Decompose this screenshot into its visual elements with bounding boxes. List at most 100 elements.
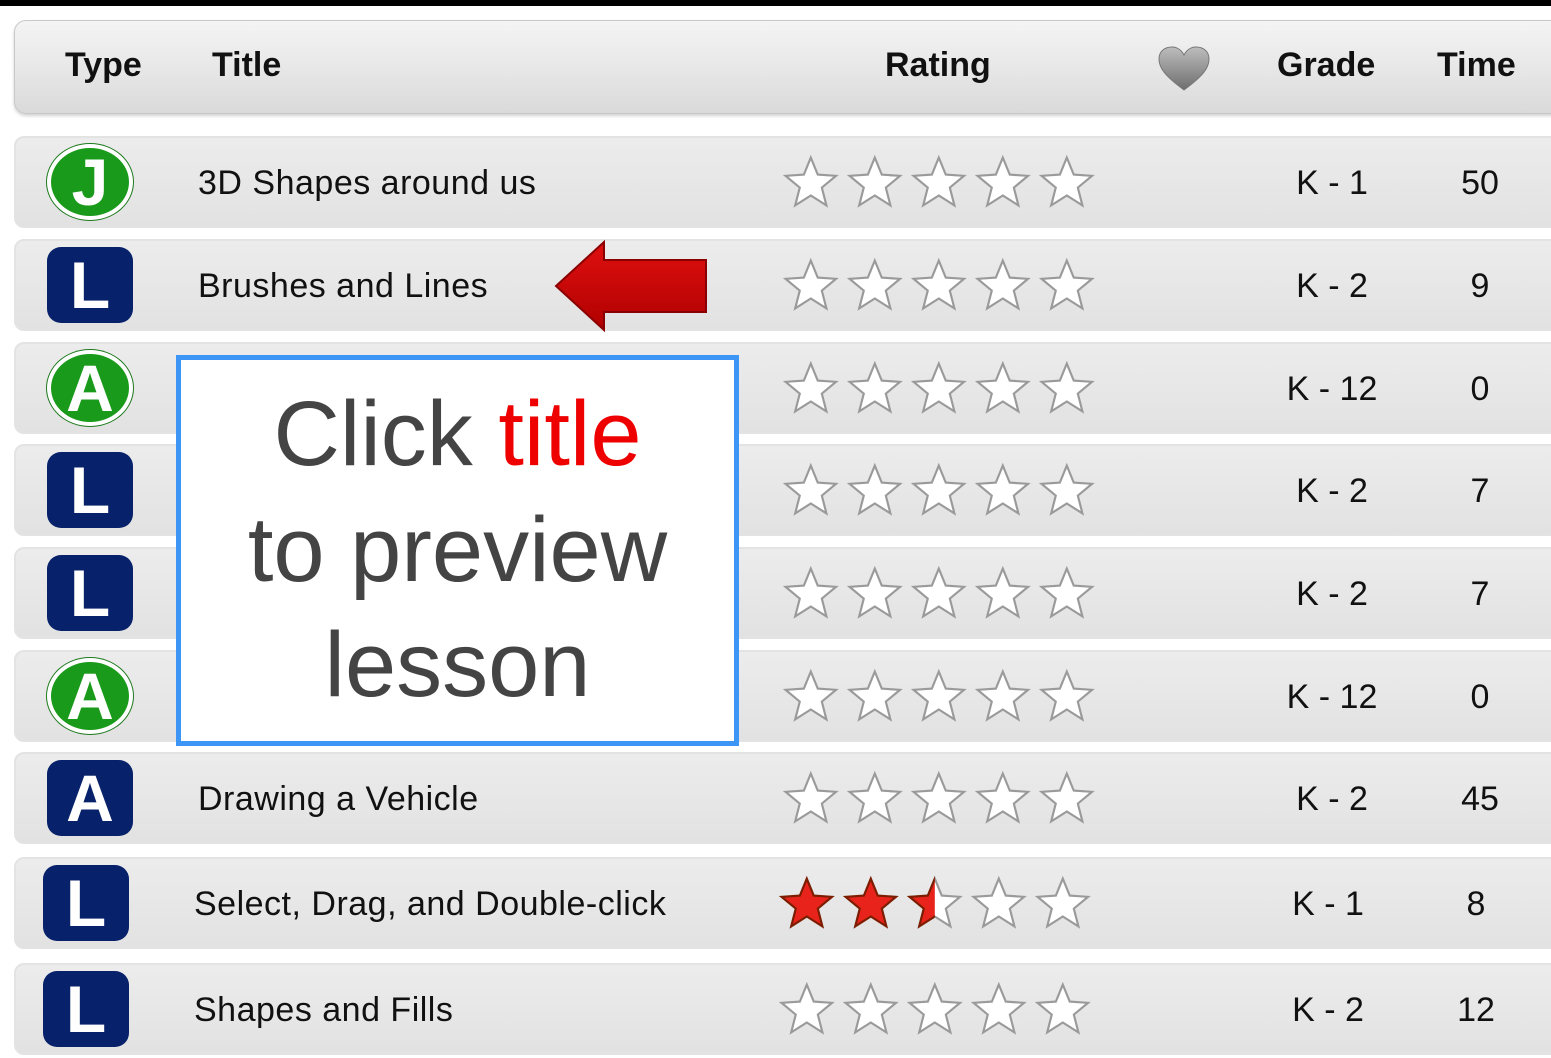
star-icon[interactable] <box>846 257 903 311</box>
top-border <box>0 0 1551 6</box>
column-header-rating[interactable]: Rating <box>885 46 991 85</box>
star-icon[interactable] <box>970 981 1027 1035</box>
duration-minutes: 9 <box>1470 267 1490 305</box>
lesson-title-link[interactable]: Drawing a Vehicle <box>198 780 479 819</box>
grade-level: K - 12 <box>1286 678 1378 716</box>
preview-hint-callout: Click title to preview lesson <box>176 355 739 746</box>
star-icon[interactable] <box>910 770 967 824</box>
column-header-title[interactable]: Title <box>212 46 281 85</box>
lesson-type-badge: J <box>47 144 133 220</box>
star-icon[interactable] <box>782 154 839 208</box>
callout-line-2: to preview <box>247 498 668 601</box>
rating-stars[interactable] <box>780 152 1100 212</box>
grade-level: K - 2 <box>1292 991 1364 1029</box>
rating-stars[interactable] <box>776 873 1096 933</box>
star-icon[interactable] <box>778 875 835 929</box>
grade-level: K - 2 <box>1296 267 1368 305</box>
star-icon[interactable] <box>1038 565 1095 619</box>
duration-minutes: 8 <box>1466 885 1486 923</box>
left-arrow-icon <box>554 239 707 333</box>
star-icon[interactable] <box>974 565 1031 619</box>
star-icon[interactable] <box>846 462 903 516</box>
rating-stars[interactable] <box>780 563 1100 623</box>
grade-level: K - 1 <box>1292 885 1364 923</box>
star-icon[interactable] <box>1034 875 1091 929</box>
star-icon[interactable] <box>782 462 839 516</box>
grade-level: K - 1 <box>1296 164 1368 202</box>
column-header-grade[interactable]: Grade <box>1277 46 1375 85</box>
lesson-title-link[interactable]: Shapes and Fills <box>194 991 453 1030</box>
star-icon[interactable] <box>782 565 839 619</box>
lesson-type-badge: L <box>43 865 129 941</box>
lesson-title-link[interactable]: 3D Shapes around us <box>198 164 536 203</box>
star-icon[interactable] <box>974 360 1031 414</box>
rating-stars[interactable] <box>780 460 1100 520</box>
star-icon[interactable] <box>906 981 963 1035</box>
callout-line-1: Click title <box>273 377 641 493</box>
rating-stars[interactable] <box>780 666 1100 726</box>
star-icon[interactable] <box>846 360 903 414</box>
star-icon[interactable] <box>910 462 967 516</box>
column-header-time[interactable]: Time <box>1437 46 1516 85</box>
duration-minutes: 0 <box>1470 678 1490 716</box>
duration-minutes: 12 <box>1457 991 1495 1029</box>
star-icon[interactable] <box>974 462 1031 516</box>
star-icon[interactable] <box>1034 981 1091 1035</box>
rating-stars[interactable] <box>780 255 1100 315</box>
column-header-type[interactable]: Type <box>65 46 142 85</box>
lesson-type-badge: A <box>47 350 133 426</box>
star-icon[interactable] <box>906 875 963 929</box>
star-icon[interactable] <box>910 360 967 414</box>
star-icon[interactable] <box>910 565 967 619</box>
grade-level: K - 12 <box>1286 370 1378 408</box>
star-icon[interactable] <box>974 257 1031 311</box>
star-icon[interactable] <box>1038 462 1095 516</box>
star-icon[interactable] <box>910 154 967 208</box>
star-icon[interactable] <box>974 154 1031 208</box>
star-icon[interactable] <box>846 154 903 208</box>
rating-stars[interactable] <box>780 358 1100 418</box>
lesson-type-badge: A <box>47 658 133 734</box>
lesson-title-link[interactable]: Brushes and Lines <box>198 267 488 306</box>
duration-minutes: 0 <box>1470 370 1490 408</box>
star-icon[interactable] <box>1038 257 1095 311</box>
lesson-type-badge: L <box>43 971 129 1047</box>
star-icon[interactable] <box>778 981 835 1035</box>
star-icon[interactable] <box>846 770 903 824</box>
callout-highlight: title <box>498 382 642 485</box>
lesson-type-badge: L <box>47 247 133 323</box>
callout-line-3: lesson <box>324 614 591 717</box>
duration-minutes: 7 <box>1470 575 1490 613</box>
rating-stars[interactable] <box>780 768 1100 828</box>
star-icon[interactable] <box>1038 770 1095 824</box>
star-icon[interactable] <box>910 668 967 722</box>
grade-level: K - 2 <box>1296 575 1368 613</box>
lesson-type-badge: L <box>47 555 133 631</box>
lesson-type-badge: L <box>47 452 133 528</box>
star-icon[interactable] <box>842 981 899 1035</box>
star-icon[interactable] <box>1038 154 1095 208</box>
star-icon[interactable] <box>1038 668 1095 722</box>
star-icon[interactable] <box>974 770 1031 824</box>
star-icon[interactable] <box>974 668 1031 722</box>
callout-text: Click <box>273 382 499 485</box>
duration-minutes: 50 <box>1461 164 1499 202</box>
grade-level: K - 2 <box>1296 780 1368 818</box>
star-icon[interactable] <box>846 668 903 722</box>
star-icon[interactable] <box>842 875 899 929</box>
star-icon[interactable] <box>970 875 1027 929</box>
lesson-title-link[interactable]: Select, Drag, and Double-click <box>194 885 666 924</box>
duration-minutes: 7 <box>1470 472 1490 510</box>
star-icon[interactable] <box>782 257 839 311</box>
star-icon[interactable] <box>782 770 839 824</box>
grade-level: K - 2 <box>1296 472 1368 510</box>
star-icon[interactable] <box>782 360 839 414</box>
duration-minutes: 45 <box>1461 780 1499 818</box>
star-icon[interactable] <box>846 565 903 619</box>
star-icon[interactable] <box>782 668 839 722</box>
heart-icon[interactable] <box>1157 46 1211 92</box>
rating-stars[interactable] <box>776 979 1096 1039</box>
star-icon[interactable] <box>910 257 967 311</box>
star-icon[interactable] <box>1038 360 1095 414</box>
lesson-type-badge: A <box>47 760 133 836</box>
